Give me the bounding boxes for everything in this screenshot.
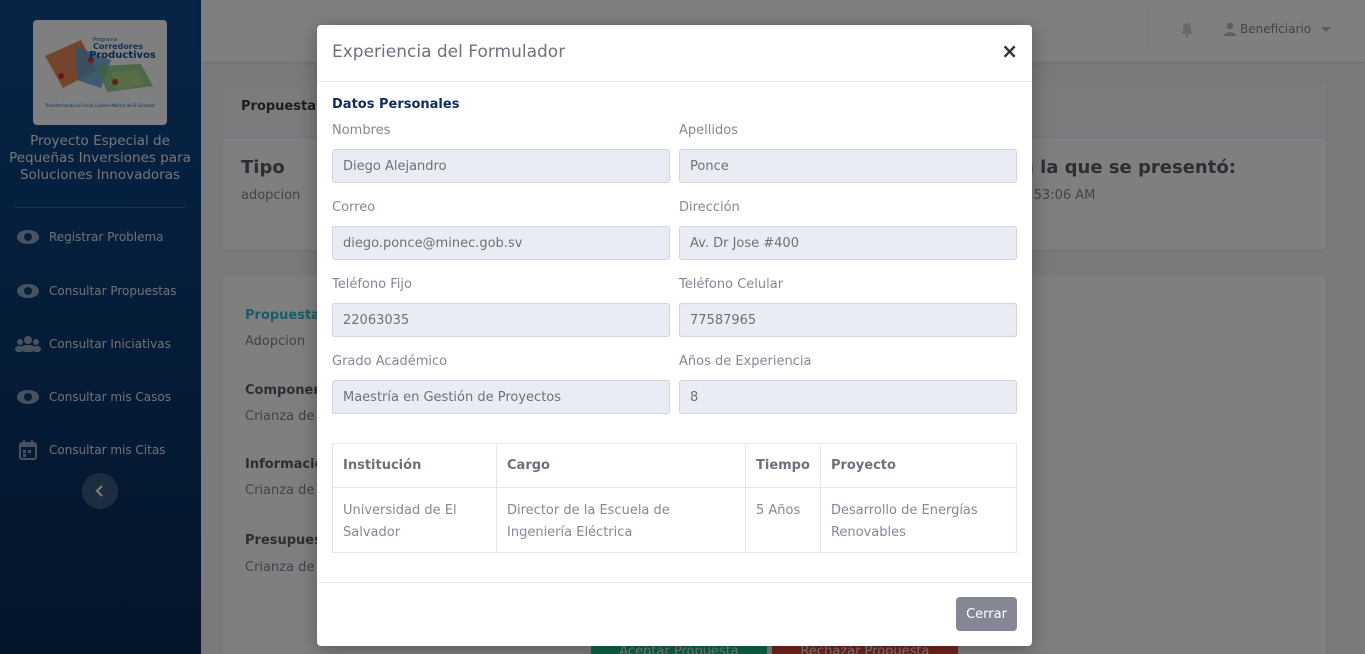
section-title: Datos Personales bbox=[332, 97, 460, 112]
modal-header: Experiencia del Formulador × bbox=[317, 25, 1032, 82]
telefono-celular-field[interactable]: 77587965 bbox=[679, 303, 1017, 337]
table-row: Universidad de El Salvador Director de l… bbox=[332, 487, 1018, 553]
column-header-cargo: Cargo bbox=[496, 443, 746, 488]
experience-table: Institución Cargo Tiempo Proyecto Univer… bbox=[332, 443, 1018, 553]
correo-label: Correo bbox=[332, 200, 376, 215]
telefono-celular-label: Teléfono Celular bbox=[679, 277, 784, 292]
cell-proyecto: Desarrollo de Energías Renovables bbox=[819, 487, 1018, 553]
grado-field[interactable]: Maestría en Gestión de Proyectos bbox=[332, 380, 670, 414]
direccion-label: Dirección bbox=[679, 200, 740, 215]
table-header-row: Institución Cargo Tiempo Proyecto bbox=[332, 443, 1018, 488]
nombres-field[interactable]: Diego Alejandro bbox=[332, 149, 670, 183]
cell-cargo: Director de la Escuela de Ingeniería Elé… bbox=[496, 487, 746, 553]
column-header-proyecto: Proyecto bbox=[819, 443, 1018, 488]
nombres-label: Nombres bbox=[332, 123, 391, 138]
apellidos-field[interactable]: Ponce bbox=[679, 149, 1017, 183]
modal-title: Experiencia del Formulador bbox=[332, 42, 566, 62]
close-button[interactable]: Cerrar bbox=[956, 597, 1017, 631]
grado-label: Grado Académico bbox=[332, 354, 448, 369]
experience-modal: Experiencia del Formulador × Datos Perso… bbox=[317, 25, 1032, 646]
anios-label: Años de Experiencia bbox=[679, 354, 812, 369]
cell-institucion: Universidad de El Salvador bbox=[332, 487, 497, 553]
anios-field[interactable]: 8 bbox=[679, 380, 1017, 414]
telefono-fijo-label: Teléfono Fijo bbox=[332, 277, 412, 292]
apellidos-label: Apellidos bbox=[679, 123, 738, 138]
column-header-institucion: Institución bbox=[332, 443, 497, 488]
direccion-field[interactable]: Av. Dr Jose #400 bbox=[679, 226, 1017, 260]
cell-tiempo: 5 Años bbox=[745, 487, 821, 553]
close-icon[interactable]: × bbox=[1001, 41, 1018, 61]
correo-field[interactable]: diego.ponce@minec.gob.sv bbox=[332, 226, 670, 260]
modal-footer: Cerrar bbox=[317, 582, 1032, 646]
column-header-tiempo: Tiempo bbox=[745, 443, 821, 488]
telefono-fijo-field[interactable]: 22063035 bbox=[332, 303, 670, 337]
